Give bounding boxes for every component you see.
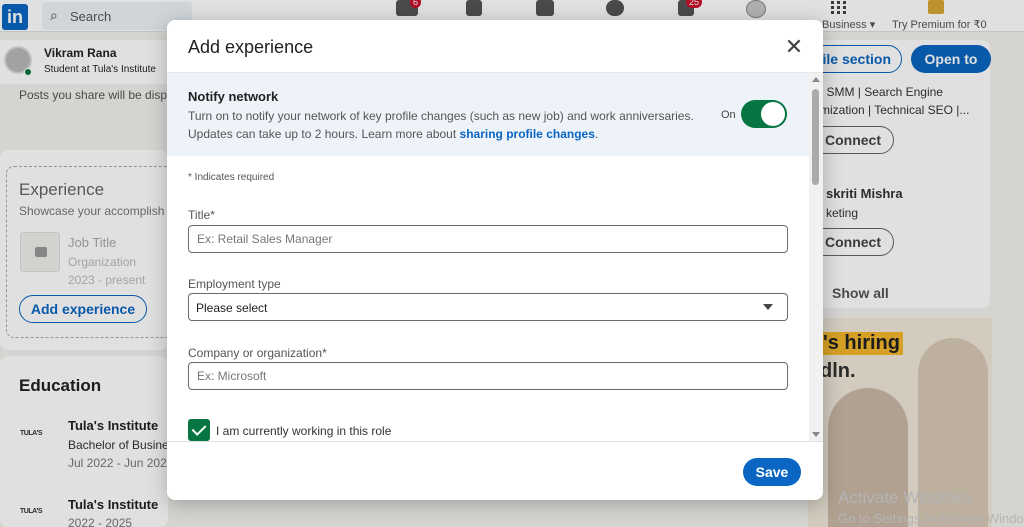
sharing-profile-changes-link[interactable]: sharing profile changes: [460, 127, 595, 141]
scroll-down-icon[interactable]: [812, 432, 820, 437]
divider: [167, 441, 823, 442]
notify-network-title: Notify network: [188, 89, 279, 104]
employment-type-value: Please select: [196, 301, 268, 315]
company-input[interactable]: [188, 362, 788, 390]
toggle-knob: [761, 102, 785, 126]
employment-type-label: Employment type: [188, 277, 281, 291]
title-label: Title*: [188, 208, 215, 222]
dialog-title: Add experience: [188, 37, 314, 57]
caret-down-icon: [763, 304, 773, 310]
employment-type-select[interactable]: Please select: [188, 293, 788, 321]
scroll-up-icon[interactable]: [812, 77, 820, 82]
notify-network-toggle[interactable]: [741, 100, 787, 128]
scrollbar-thumb[interactable]: [812, 89, 819, 185]
add-experience-dialog: Add experience ✕ Notify network Turn on …: [167, 20, 823, 500]
notify-desc-text: Turn on to notify your network of key pr…: [188, 109, 694, 141]
required-note: * Indicates required: [188, 172, 275, 183]
close-icon[interactable]: ✕: [782, 36, 806, 60]
notify-desc-suffix: .: [594, 127, 599, 141]
dialog-body: Notify network Turn on to notify your ne…: [167, 73, 823, 441]
currently-working-checkbox[interactable]: [188, 419, 210, 441]
notify-network-section: Notify network Turn on to notify your ne…: [167, 73, 809, 156]
company-label: Company or organization*: [188, 346, 327, 360]
dialog-scrollbar[interactable]: [809, 73, 823, 441]
toggle-state-label: On: [721, 109, 736, 121]
notify-network-description: Turn on to notify your network of key pr…: [188, 107, 718, 143]
currently-working-label[interactable]: I am currently working in this role: [216, 424, 391, 438]
save-button[interactable]: Save: [743, 458, 801, 486]
windows-watermark-subtitle: Go to Settings to activate Windo: [838, 511, 1024, 526]
title-input[interactable]: [188, 225, 788, 253]
windows-watermark-title: Activate Windows: [838, 488, 973, 507]
